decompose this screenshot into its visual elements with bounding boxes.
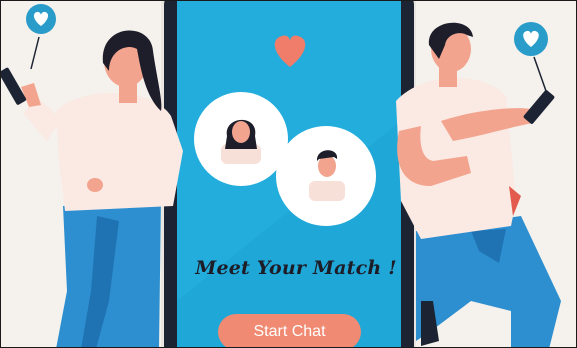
illustration: Meet Your Match ! Start Chat xyxy=(0,0,577,348)
headline: Meet Your Match ! xyxy=(195,257,397,279)
dating-app-scene xyxy=(1,1,576,347)
start-chat-button[interactable]: Start Chat xyxy=(218,314,361,347)
